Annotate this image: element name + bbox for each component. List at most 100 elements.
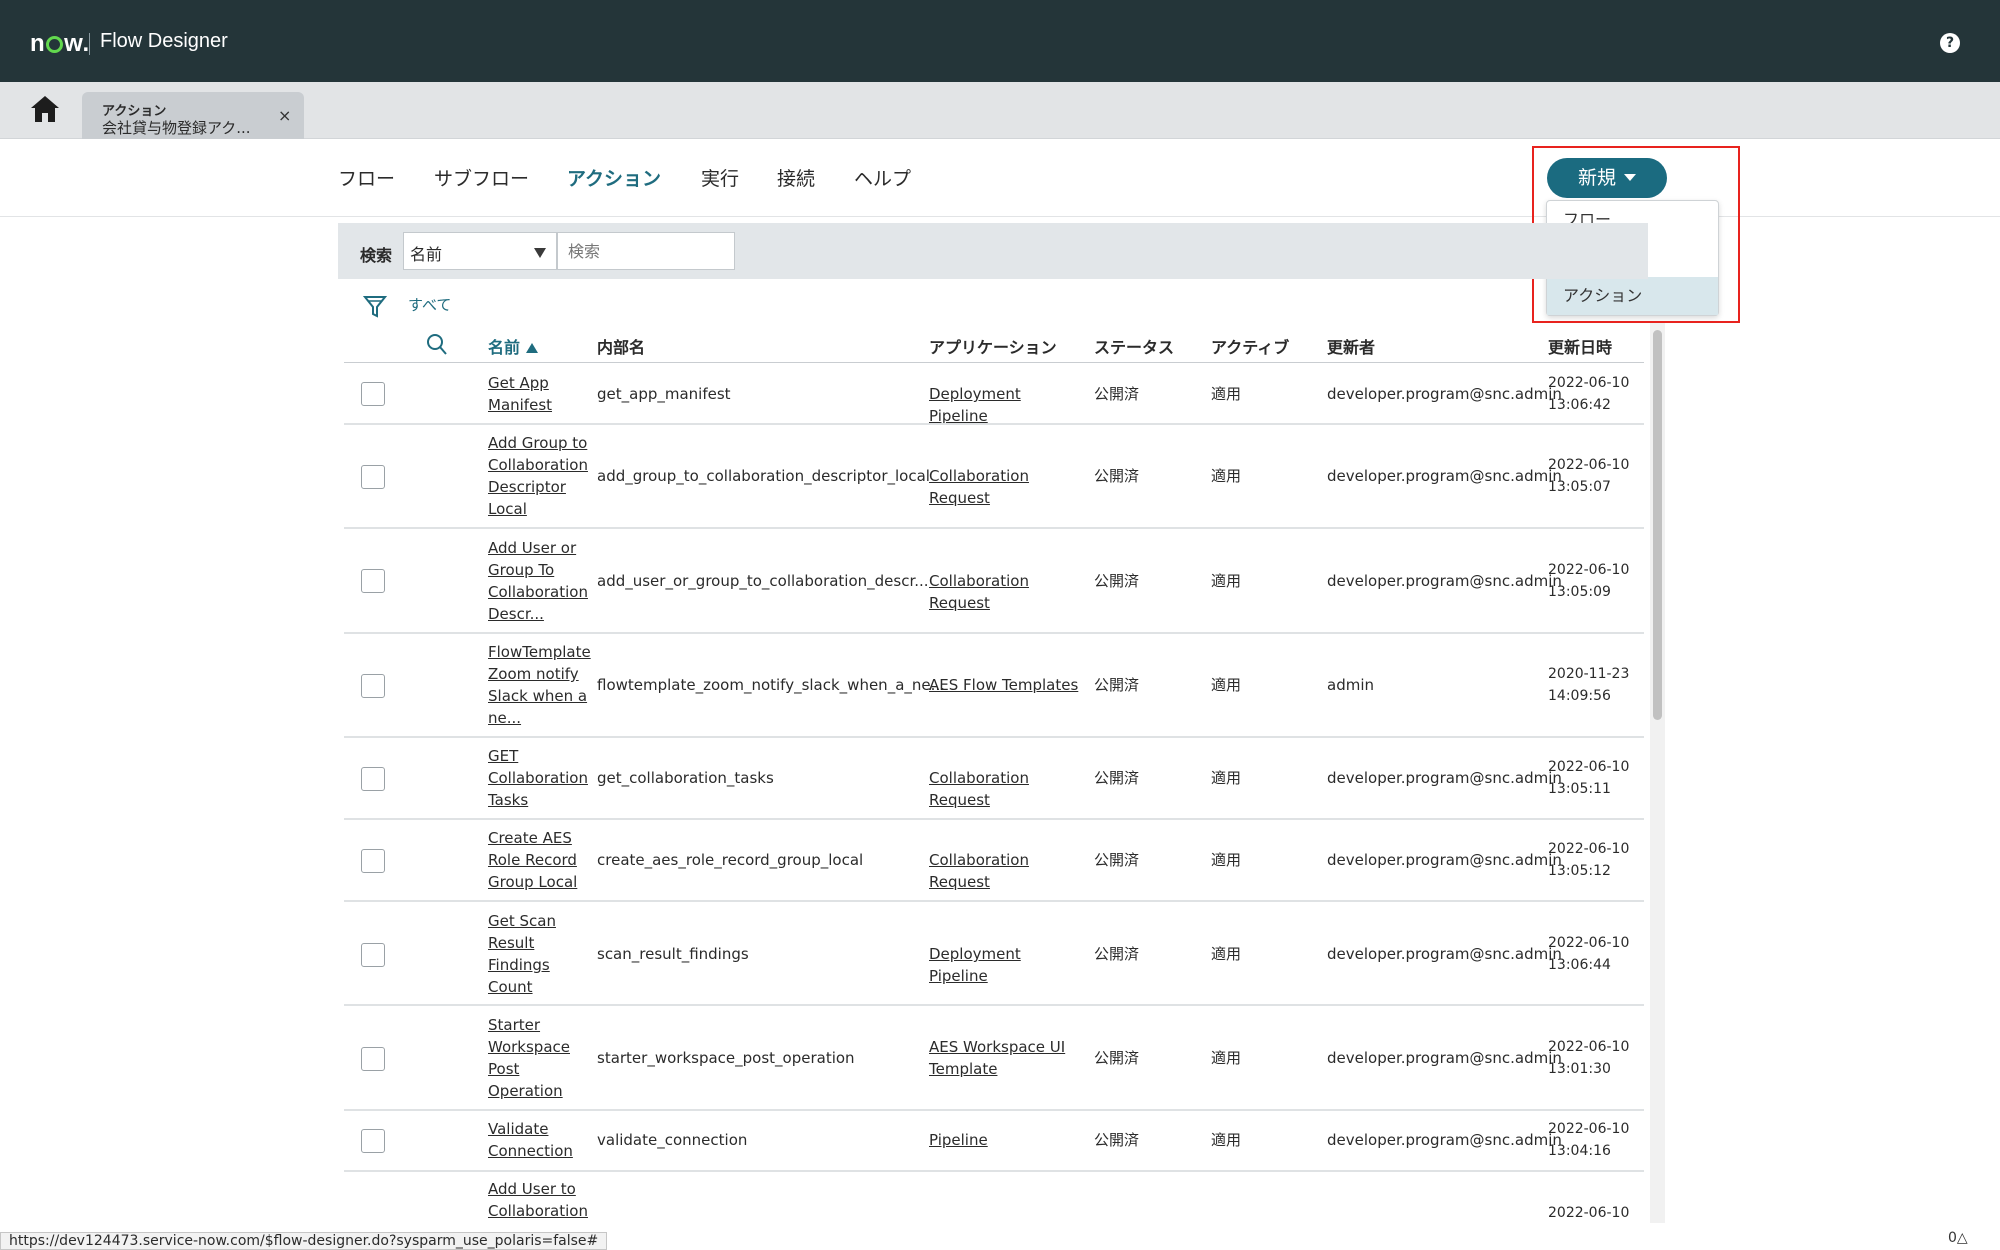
- search-field-value: 名前: [410, 245, 443, 264]
- updated-by: admin: [1327, 676, 1374, 694]
- row-checkbox[interactable]: [361, 382, 385, 406]
- column-header-status[interactable]: ステータス: [1094, 334, 1174, 358]
- row-checkbox[interactable]: [361, 1129, 385, 1153]
- top-header: [0, 0, 2000, 82]
- row-divider: [344, 900, 1644, 902]
- row-checkbox[interactable]: [361, 849, 385, 873]
- status-text: 公開済: [1094, 467, 1140, 485]
- application-link[interactable]: Pipeline: [929, 1129, 1084, 1151]
- search-icon[interactable]: [426, 333, 448, 357]
- action-name-link[interactable]: Get Scan Result Findings Count: [488, 910, 588, 998]
- internal-name: flowtemplate_zoom_notify_slack_when_a_ne…: [597, 676, 945, 694]
- row-checkbox[interactable]: [361, 943, 385, 967]
- column-header-name-label: 名前: [488, 338, 521, 357]
- internal-name: add_group_to_collaboration_descriptor_lo…: [597, 467, 930, 485]
- row-divider: [344, 736, 1644, 738]
- tab-flow[interactable]: フロー: [338, 164, 395, 191]
- active-text: 適用: [1211, 945, 1242, 963]
- table-header-divider: [344, 362, 1644, 363]
- status-text: 公開済: [1094, 385, 1140, 403]
- row-checkbox[interactable]: [361, 465, 385, 489]
- updated-by: developer.program@snc.admin: [1327, 769, 1562, 787]
- action-name-link[interactable]: Add User or Group To Collaboration Descr…: [488, 537, 588, 625]
- updated-at: 2022-06-10: [1548, 1205, 1630, 1221]
- action-name-link[interactable]: Create AES Role Record Group Local: [488, 827, 588, 893]
- column-header-updated-at[interactable]: 更新日時: [1548, 334, 1612, 358]
- sort-ascending-icon: [526, 343, 539, 353]
- updated-at: 2022-06-10 13:01:30: [1548, 1039, 1630, 1077]
- column-header-internal-name[interactable]: 内部名: [597, 334, 645, 358]
- action-name-link[interactable]: Add User to Collaboration: [488, 1178, 588, 1222]
- application-link[interactable]: AES Flow Templates: [929, 674, 1084, 696]
- status-text: 公開済: [1094, 851, 1140, 869]
- application-link[interactable]: AES Workspace UI Template: [929, 1036, 1084, 1080]
- status-text: 公開済: [1094, 572, 1140, 590]
- updated-at: 2022-06-10 13:06:44: [1548, 935, 1630, 973]
- column-header-active[interactable]: アクティブ: [1211, 334, 1289, 358]
- application-link[interactable]: Collaboration Request: [929, 465, 1084, 509]
- search-field-select[interactable]: 名前: [403, 232, 557, 270]
- tab-execution[interactable]: 実行: [701, 164, 739, 191]
- internal-name: scan_result_findings: [597, 945, 749, 963]
- active-text: 適用: [1211, 467, 1242, 485]
- application-link[interactable]: Deployment Pipeline: [929, 383, 1084, 427]
- tab-subflow[interactable]: サブフロー: [434, 164, 529, 191]
- logo-divider: [89, 33, 90, 55]
- scrollbar-thumb[interactable]: [1653, 330, 1662, 720]
- active-text: 適用: [1211, 851, 1242, 869]
- table-row-partial: Add User to Collaboration 2022-06-10: [344, 1172, 1644, 1232]
- updated-by: developer.program@snc.admin: [1327, 1131, 1562, 1149]
- row-checkbox[interactable]: [361, 569, 385, 593]
- updated-by: developer.program@snc.admin: [1327, 467, 1562, 485]
- tab-action[interactable]: アクション: [567, 164, 661, 191]
- column-header-name[interactable]: 名前: [488, 334, 539, 358]
- updated-at: 2022-06-10 13:04:16: [1548, 1121, 1630, 1159]
- row-divider: [344, 423, 1644, 425]
- help-icon[interactable]: ?: [1940, 33, 1960, 53]
- dropdown-arrow-icon: [534, 248, 546, 258]
- status-bar-url: https://dev124473.service-now.com/$flow-…: [0, 1232, 608, 1250]
- tab-connection[interactable]: 接続: [777, 164, 815, 191]
- document-tab-title: 会社貸与物登録アク...: [102, 119, 251, 137]
- application-link[interactable]: Collaboration Request: [929, 767, 1084, 811]
- servicenow-logo[interactable]: n w.: [30, 30, 90, 58]
- action-name-link[interactable]: Add Group to Collaboration Descriptor Lo…: [488, 432, 588, 520]
- row-divider: [344, 818, 1644, 820]
- filter-icon[interactable]: [363, 294, 387, 320]
- updated-at: 2022-06-10 13:06:42: [1548, 375, 1630, 413]
- status-text: 公開済: [1094, 945, 1140, 963]
- document-tab[interactable]: アクション 会社貸与物登録アク... ×: [82, 92, 304, 139]
- application-link[interactable]: Collaboration Request: [929, 570, 1084, 614]
- column-header-application[interactable]: アプリケーション: [929, 334, 1057, 358]
- active-text: 適用: [1211, 1131, 1242, 1149]
- active-text: 適用: [1211, 385, 1242, 403]
- action-name-link[interactable]: Get App Manifest: [488, 372, 588, 416]
- row-checkbox[interactable]: [361, 767, 385, 791]
- action-name-link[interactable]: Starter Workspace Post Operation: [488, 1014, 588, 1102]
- status-text: 公開済: [1094, 769, 1140, 787]
- updated-at: 2022-06-10 13:05:09: [1548, 562, 1630, 600]
- column-header-updated-by[interactable]: 更新者: [1327, 334, 1375, 358]
- application-link[interactable]: Deployment Pipeline: [929, 943, 1084, 987]
- application-link[interactable]: Collaboration Request: [929, 849, 1084, 893]
- status-text: 公開済: [1094, 1049, 1140, 1067]
- action-name-link[interactable]: GET Collaboration Tasks: [488, 745, 588, 811]
- row-divider: [344, 632, 1644, 634]
- row-divider: [344, 1109, 1644, 1111]
- action-name-link[interactable]: Validate Connection: [488, 1118, 588, 1162]
- active-text: 適用: [1211, 769, 1242, 787]
- internal-name: validate_connection: [597, 1131, 748, 1149]
- row-checkbox[interactable]: [361, 674, 385, 698]
- home-icon[interactable]: [28, 96, 62, 126]
- close-icon[interactable]: ×: [278, 106, 291, 125]
- updated-at: 2022-06-10 13:05:12: [1548, 841, 1630, 879]
- updated-by: developer.program@snc.admin: [1327, 1049, 1562, 1067]
- status-text: 公開済: [1094, 1131, 1140, 1149]
- row-checkbox[interactable]: [361, 1047, 385, 1071]
- filter-all-link[interactable]: すべて: [408, 294, 451, 315]
- notification-count[interactable]: 0△: [1948, 1230, 1968, 1246]
- action-name-link[interactable]: FlowTemplate Zoom notify Slack when a ne…: [488, 641, 591, 729]
- search-input[interactable]: [557, 232, 735, 270]
- internal-name: get_app_manifest: [597, 385, 731, 403]
- tab-help[interactable]: ヘルプ: [854, 164, 911, 191]
